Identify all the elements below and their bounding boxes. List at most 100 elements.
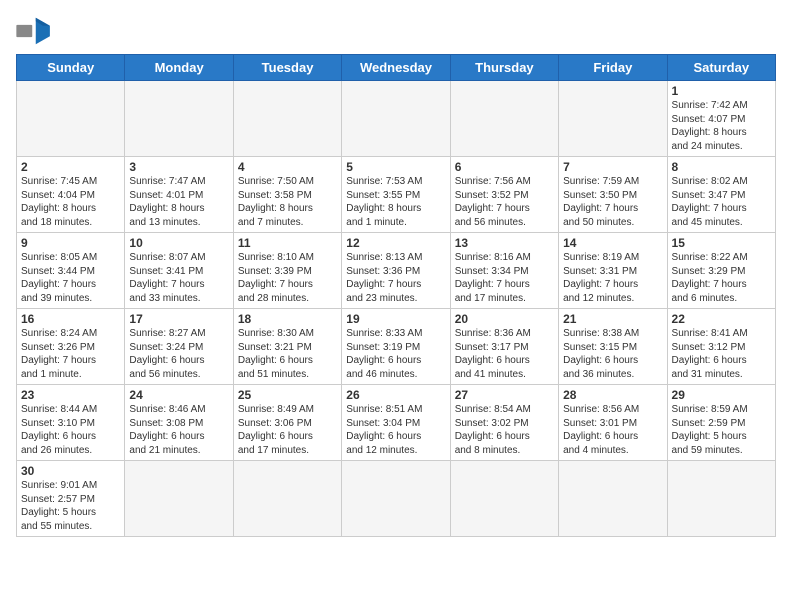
calendar-cell: 27Sunrise: 8:54 AM Sunset: 3:02 PM Dayli… bbox=[450, 385, 558, 461]
day-number: 30 bbox=[21, 464, 120, 478]
calendar-week-6: 30Sunrise: 9:01 AM Sunset: 2:57 PM Dayli… bbox=[17, 461, 776, 537]
calendar-cell: 17Sunrise: 8:27 AM Sunset: 3:24 PM Dayli… bbox=[125, 309, 233, 385]
calendar-cell: 12Sunrise: 8:13 AM Sunset: 3:36 PM Dayli… bbox=[342, 233, 450, 309]
day-info: Sunrise: 8:05 AM Sunset: 3:44 PM Dayligh… bbox=[21, 251, 120, 305]
day-info: Sunrise: 8:51 AM Sunset: 3:04 PM Dayligh… bbox=[346, 403, 445, 457]
day-info: Sunrise: 8:13 AM Sunset: 3:36 PM Dayligh… bbox=[346, 251, 445, 305]
day-info: Sunrise: 8:16 AM Sunset: 3:34 PM Dayligh… bbox=[455, 251, 554, 305]
day-number: 19 bbox=[346, 312, 445, 326]
calendar-cell bbox=[667, 461, 775, 537]
day-number: 1 bbox=[672, 84, 771, 98]
calendar-cell: 30Sunrise: 9:01 AM Sunset: 2:57 PM Dayli… bbox=[17, 461, 125, 537]
calendar-cell: 4Sunrise: 7:50 AM Sunset: 3:58 PM Daylig… bbox=[233, 157, 341, 233]
calendar-cell bbox=[559, 81, 667, 157]
day-number: 18 bbox=[238, 312, 337, 326]
day-number: 2 bbox=[21, 160, 120, 174]
weekday-header-monday: Monday bbox=[125, 55, 233, 81]
day-number: 23 bbox=[21, 388, 120, 402]
day-number: 5 bbox=[346, 160, 445, 174]
weekday-header-friday: Friday bbox=[559, 55, 667, 81]
calendar-cell: 29Sunrise: 8:59 AM Sunset: 2:59 PM Dayli… bbox=[667, 385, 775, 461]
calendar-cell bbox=[125, 461, 233, 537]
calendar-cell: 23Sunrise: 8:44 AM Sunset: 3:10 PM Dayli… bbox=[17, 385, 125, 461]
calendar-cell: 1Sunrise: 7:42 AM Sunset: 4:07 PM Daylig… bbox=[667, 81, 775, 157]
day-number: 25 bbox=[238, 388, 337, 402]
day-info: Sunrise: 7:42 AM Sunset: 4:07 PM Dayligh… bbox=[672, 99, 771, 153]
day-number: 8 bbox=[672, 160, 771, 174]
day-info: Sunrise: 8:49 AM Sunset: 3:06 PM Dayligh… bbox=[238, 403, 337, 457]
calendar-cell: 20Sunrise: 8:36 AM Sunset: 3:17 PM Dayli… bbox=[450, 309, 558, 385]
day-number: 4 bbox=[238, 160, 337, 174]
weekday-header-wednesday: Wednesday bbox=[342, 55, 450, 81]
calendar-cell: 8Sunrise: 8:02 AM Sunset: 3:47 PM Daylig… bbox=[667, 157, 775, 233]
calendar-cell: 24Sunrise: 8:46 AM Sunset: 3:08 PM Dayli… bbox=[125, 385, 233, 461]
day-info: Sunrise: 8:30 AM Sunset: 3:21 PM Dayligh… bbox=[238, 327, 337, 381]
day-info: Sunrise: 8:41 AM Sunset: 3:12 PM Dayligh… bbox=[672, 327, 771, 381]
day-info: Sunrise: 8:44 AM Sunset: 3:10 PM Dayligh… bbox=[21, 403, 120, 457]
calendar-cell: 26Sunrise: 8:51 AM Sunset: 3:04 PM Dayli… bbox=[342, 385, 450, 461]
calendar-week-2: 2Sunrise: 7:45 AM Sunset: 4:04 PM Daylig… bbox=[17, 157, 776, 233]
day-number: 11 bbox=[238, 236, 337, 250]
calendar-cell: 13Sunrise: 8:16 AM Sunset: 3:34 PM Dayli… bbox=[450, 233, 558, 309]
day-info: Sunrise: 8:36 AM Sunset: 3:17 PM Dayligh… bbox=[455, 327, 554, 381]
day-number: 15 bbox=[672, 236, 771, 250]
day-info: Sunrise: 8:27 AM Sunset: 3:24 PM Dayligh… bbox=[129, 327, 228, 381]
day-info: Sunrise: 7:53 AM Sunset: 3:55 PM Dayligh… bbox=[346, 175, 445, 229]
calendar-week-4: 16Sunrise: 8:24 AM Sunset: 3:26 PM Dayli… bbox=[17, 309, 776, 385]
calendar-cell: 11Sunrise: 8:10 AM Sunset: 3:39 PM Dayli… bbox=[233, 233, 341, 309]
day-number: 28 bbox=[563, 388, 662, 402]
weekday-header-sunday: Sunday bbox=[17, 55, 125, 81]
day-info: Sunrise: 7:59 AM Sunset: 3:50 PM Dayligh… bbox=[563, 175, 662, 229]
day-info: Sunrise: 9:01 AM Sunset: 2:57 PM Dayligh… bbox=[21, 479, 120, 533]
calendar-cell: 15Sunrise: 8:22 AM Sunset: 3:29 PM Dayli… bbox=[667, 233, 775, 309]
calendar-cell bbox=[125, 81, 233, 157]
calendar-cell: 10Sunrise: 8:07 AM Sunset: 3:41 PM Dayli… bbox=[125, 233, 233, 309]
day-number: 24 bbox=[129, 388, 228, 402]
calendar-week-1: 1Sunrise: 7:42 AM Sunset: 4:07 PM Daylig… bbox=[17, 81, 776, 157]
calendar-cell: 22Sunrise: 8:41 AM Sunset: 3:12 PM Dayli… bbox=[667, 309, 775, 385]
day-info: Sunrise: 8:24 AM Sunset: 3:26 PM Dayligh… bbox=[21, 327, 120, 381]
calendar-cell: 28Sunrise: 8:56 AM Sunset: 3:01 PM Dayli… bbox=[559, 385, 667, 461]
day-number: 22 bbox=[672, 312, 771, 326]
weekday-header-tuesday: Tuesday bbox=[233, 55, 341, 81]
calendar-cell: 21Sunrise: 8:38 AM Sunset: 3:15 PM Dayli… bbox=[559, 309, 667, 385]
day-info: Sunrise: 8:19 AM Sunset: 3:31 PM Dayligh… bbox=[563, 251, 662, 305]
day-number: 3 bbox=[129, 160, 228, 174]
logo bbox=[16, 16, 56, 46]
calendar-cell: 18Sunrise: 8:30 AM Sunset: 3:21 PM Dayli… bbox=[233, 309, 341, 385]
day-number: 26 bbox=[346, 388, 445, 402]
day-info: Sunrise: 7:47 AM Sunset: 4:01 PM Dayligh… bbox=[129, 175, 228, 229]
day-number: 9 bbox=[21, 236, 120, 250]
day-number: 20 bbox=[455, 312, 554, 326]
calendar-table: SundayMondayTuesdayWednesdayThursdayFrid… bbox=[16, 54, 776, 537]
calendar-cell: 7Sunrise: 7:59 AM Sunset: 3:50 PM Daylig… bbox=[559, 157, 667, 233]
calendar-cell bbox=[17, 81, 125, 157]
calendar-cell: 2Sunrise: 7:45 AM Sunset: 4:04 PM Daylig… bbox=[17, 157, 125, 233]
day-number: 29 bbox=[672, 388, 771, 402]
calendar-cell bbox=[233, 81, 341, 157]
calendar-cell bbox=[450, 461, 558, 537]
day-number: 17 bbox=[129, 312, 228, 326]
day-info: Sunrise: 8:59 AM Sunset: 2:59 PM Dayligh… bbox=[672, 403, 771, 457]
weekday-header-thursday: Thursday bbox=[450, 55, 558, 81]
general-blue-logo-icon bbox=[16, 16, 52, 46]
day-number: 7 bbox=[563, 160, 662, 174]
day-number: 21 bbox=[563, 312, 662, 326]
calendar-page: SundayMondayTuesdayWednesdayThursdayFrid… bbox=[0, 0, 792, 612]
day-info: Sunrise: 8:07 AM Sunset: 3:41 PM Dayligh… bbox=[129, 251, 228, 305]
day-info: Sunrise: 8:10 AM Sunset: 3:39 PM Dayligh… bbox=[238, 251, 337, 305]
day-info: Sunrise: 8:33 AM Sunset: 3:19 PM Dayligh… bbox=[346, 327, 445, 381]
calendar-cell bbox=[559, 461, 667, 537]
calendar-cell bbox=[450, 81, 558, 157]
day-info: Sunrise: 8:02 AM Sunset: 3:47 PM Dayligh… bbox=[672, 175, 771, 229]
day-info: Sunrise: 8:46 AM Sunset: 3:08 PM Dayligh… bbox=[129, 403, 228, 457]
calendar-cell bbox=[342, 81, 450, 157]
day-number: 27 bbox=[455, 388, 554, 402]
header bbox=[16, 16, 776, 46]
calendar-body: 1Sunrise: 7:42 AM Sunset: 4:07 PM Daylig… bbox=[17, 81, 776, 537]
calendar-week-3: 9Sunrise: 8:05 AM Sunset: 3:44 PM Daylig… bbox=[17, 233, 776, 309]
calendar-cell: 16Sunrise: 8:24 AM Sunset: 3:26 PM Dayli… bbox=[17, 309, 125, 385]
weekday-header-row: SundayMondayTuesdayWednesdayThursdayFrid… bbox=[17, 55, 776, 81]
calendar-header: SundayMondayTuesdayWednesdayThursdayFrid… bbox=[17, 55, 776, 81]
calendar-cell: 5Sunrise: 7:53 AM Sunset: 3:55 PM Daylig… bbox=[342, 157, 450, 233]
